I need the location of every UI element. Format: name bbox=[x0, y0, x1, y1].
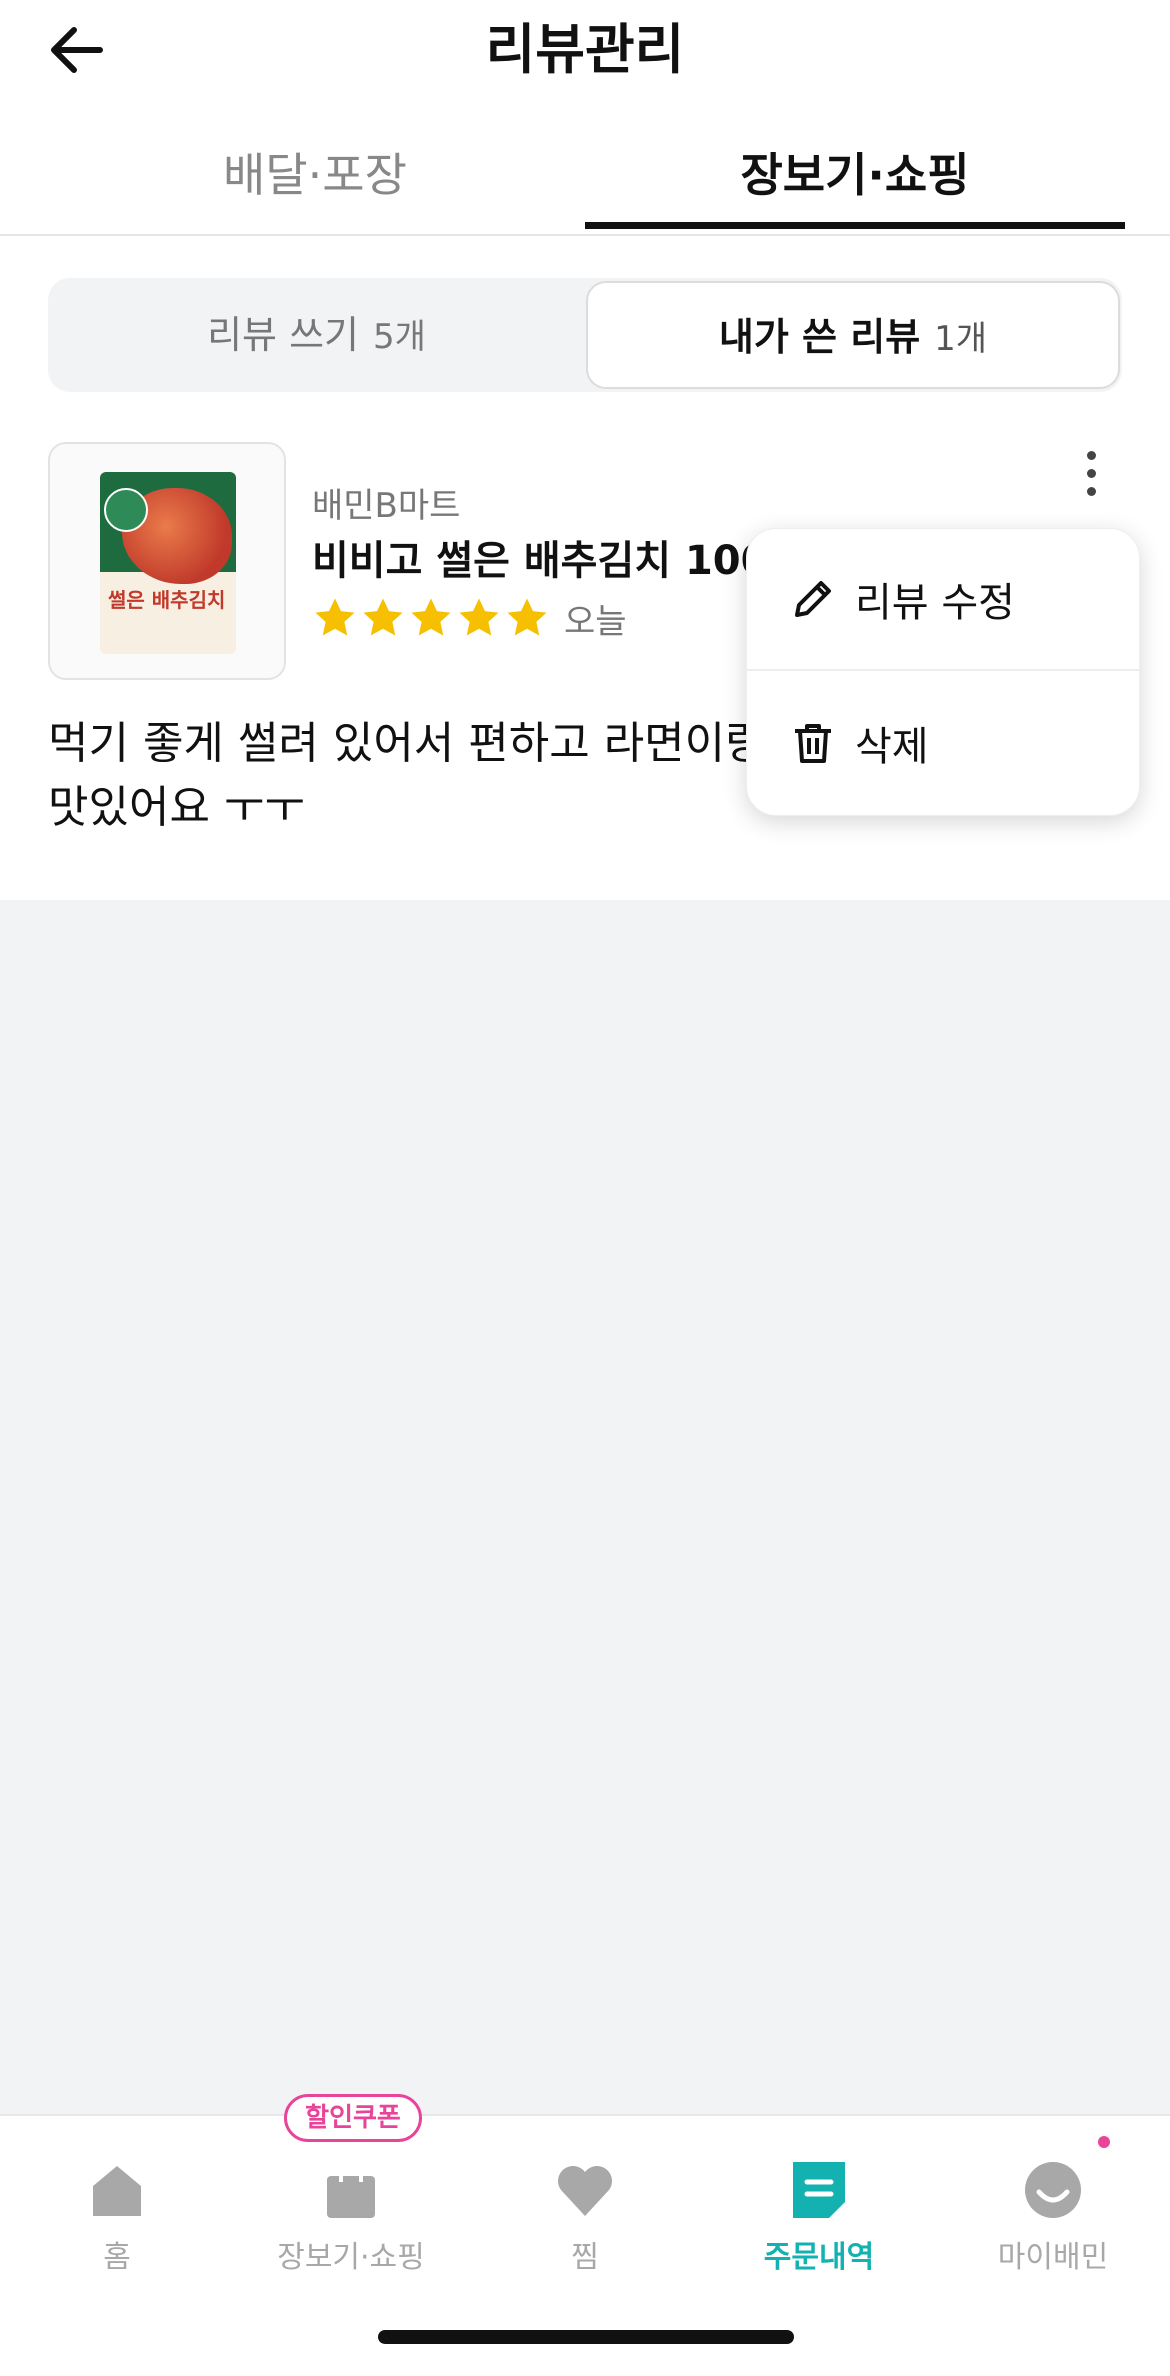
nav-favorites[interactable]: 찜 bbox=[468, 2146, 702, 2276]
tab-shopping[interactable]: 장보기·쇼핑 bbox=[585, 120, 1125, 234]
trash-icon bbox=[795, 724, 831, 763]
segment-write-review[interactable]: 리뷰 쓰기 5개 bbox=[48, 278, 585, 392]
star-rating bbox=[312, 590, 552, 646]
content-area: 리뷰관리 배달·포장 장보기·쇼핑 리뷰 쓰기 5개 내가 쓴 리뷰 1개 썰은 배… bbox=[0, 0, 1170, 900]
star-icon bbox=[507, 598, 547, 636]
nav-my-baemin[interactable]: 마이배민 bbox=[936, 2146, 1170, 2276]
tab-delivery[interactable]: 배달·포장 bbox=[45, 120, 585, 234]
review-segment-control: 리뷰 쓰기 5개 내가 쓴 리뷰 1개 bbox=[48, 278, 1122, 392]
segment-write-label: 리뷰 쓰기 bbox=[207, 313, 359, 357]
star-icon bbox=[363, 598, 403, 636]
more-options-button[interactable] bbox=[1076, 448, 1106, 496]
product-name[interactable]: 비비고 썰은 배추김치 100 bbox=[312, 528, 752, 586]
nav-label: 마이배민 bbox=[997, 2240, 1109, 2275]
segment-write-count: 5개 bbox=[373, 317, 426, 357]
review-text-line: 맛있어요 ㅜㅜ bbox=[48, 782, 305, 833]
nav-label: 찜 bbox=[571, 2240, 599, 2275]
edit-review-menu-item[interactable]: 리뷰 수정 bbox=[747, 529, 1139, 671]
home-indicator bbox=[378, 2330, 794, 2344]
shopping-bag-icon bbox=[327, 2162, 375, 2218]
package-label: 썰은 배추김치 bbox=[108, 588, 226, 612]
kebab-menu-icon bbox=[1076, 451, 1106, 496]
profile-face-icon bbox=[1025, 2162, 1081, 2218]
order-list-icon bbox=[793, 2162, 845, 2218]
star-icon bbox=[459, 598, 499, 636]
segment-mine-label: 내가 쓴 리뷰 bbox=[718, 315, 921, 359]
star-icon bbox=[411, 598, 451, 636]
nav-label: 장보기·쇼핑 bbox=[277, 2240, 425, 2275]
coupon-badge: 할인쿠폰 bbox=[284, 2094, 422, 2142]
nav-label: 주문내역 bbox=[763, 2240, 875, 2275]
nav-orders[interactable]: 주문내역 bbox=[702, 2146, 936, 2276]
review-text-line: 먹기 좋게 썰려 있어서 편하고 라면이랑 bbox=[48, 718, 766, 769]
nav-label: 홈 bbox=[103, 2240, 131, 2275]
store-name: 배민B마트 bbox=[312, 486, 461, 526]
nav-shopping[interactable]: 장보기·쇼핑 bbox=[234, 2146, 468, 2276]
home-icon bbox=[93, 2166, 141, 2216]
kimchi-package-image: 썰은 배추김치 bbox=[100, 472, 236, 654]
nav-home[interactable]: 홈 bbox=[0, 2146, 234, 2276]
tab-bar: 배달·포장 장보기·쇼핑 bbox=[0, 120, 1170, 236]
delete-review-menu-item[interactable]: 삭제 bbox=[747, 673, 1139, 813]
review-options-menu: 리뷰 수정 삭제 bbox=[746, 528, 1140, 816]
segment-mine-count: 1개 bbox=[934, 319, 988, 359]
active-tab-indicator bbox=[585, 222, 1125, 229]
delete-review-label: 삭제 bbox=[855, 724, 929, 770]
segment-my-reviews[interactable]: 내가 쓴 리뷰 1개 bbox=[586, 281, 1120, 389]
product-thumbnail[interactable]: 썰은 배추김치 bbox=[48, 442, 286, 680]
review-text: 먹기 좋게 썰려 있어서 편하고 라면이랑 맛있어요 ㅜㅜ bbox=[48, 712, 788, 840]
review-date: 오늘 bbox=[564, 602, 627, 642]
heart-icon bbox=[558, 2166, 612, 2216]
brand-logo bbox=[104, 488, 148, 532]
page-title: 리뷰관리 bbox=[485, 18, 685, 81]
pencil-icon bbox=[795, 581, 831, 617]
edit-review-label: 리뷰 수정 bbox=[855, 580, 1015, 626]
notification-dot bbox=[1098, 2136, 1110, 2148]
star-icon bbox=[315, 598, 355, 636]
